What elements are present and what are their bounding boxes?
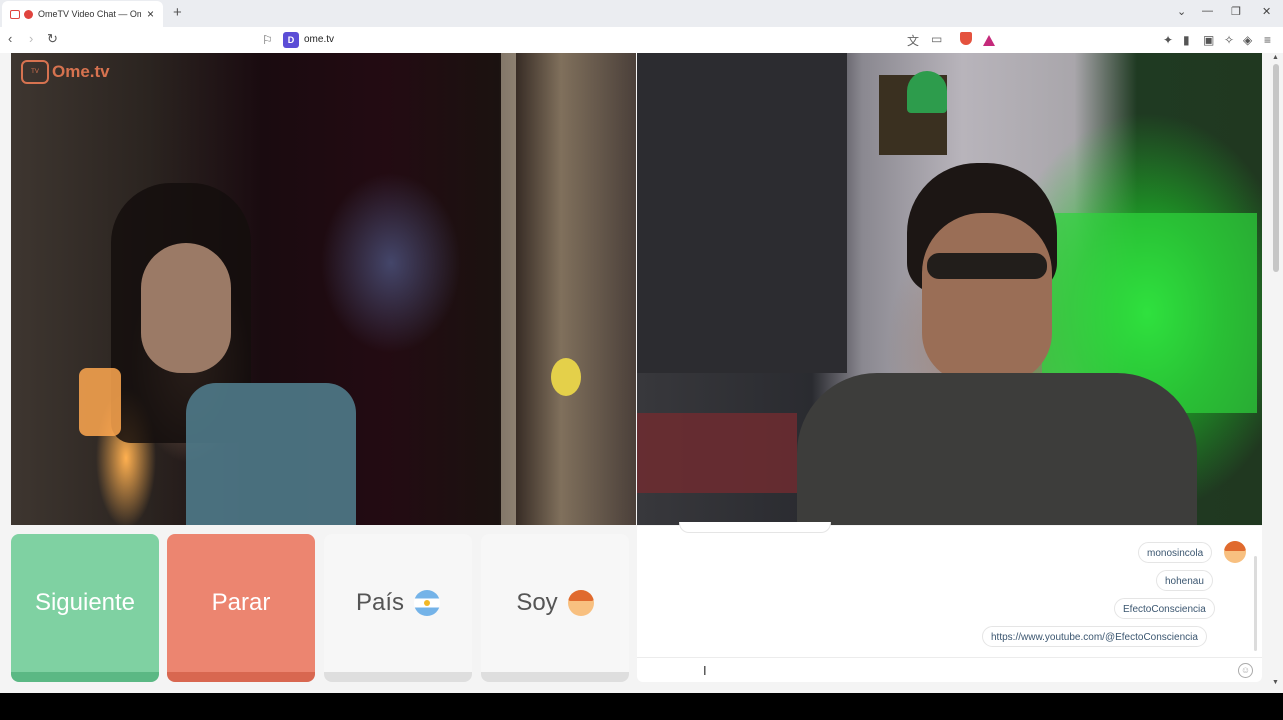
sidebar-icon[interactable]: ▮	[1183, 33, 1190, 47]
next-button-label: Siguiente	[34, 589, 136, 616]
boy-avatar-icon	[1224, 541, 1246, 563]
logo-text: Ome.tv	[52, 62, 110, 81]
extensions-icon[interactable]: ✦	[1163, 33, 1173, 47]
curtain	[637, 53, 847, 373]
address-toolbar: ‹ › ↻ ⚐ D ome.tv 文 ▭ ✦ ▮ ▣ ✧ ◈ ≡	[0, 27, 1283, 54]
chat-scrollbar[interactable]	[1254, 556, 1257, 651]
close-window-button[interactable]: ✕	[1262, 5, 1271, 18]
new-tab-button[interactable]: +	[173, 4, 182, 21]
stop-button[interactable]: Parar	[167, 534, 315, 682]
wallet-icon[interactable]: ▣	[1203, 33, 1214, 47]
stop-button-label: Parar	[211, 589, 271, 616]
url-text[interactable]: ome.tv	[304, 34, 334, 45]
person-shirt	[797, 373, 1197, 525]
tab-ometv[interactable]: OmeTV Video Chat — Omeg ×	[2, 1, 163, 27]
blanket	[637, 413, 797, 493]
tab-search-button[interactable]: ⌄	[1177, 5, 1186, 18]
country-button-label: País	[355, 589, 405, 616]
argentina-flag-icon	[414, 590, 441, 616]
chat-message: hohenau	[1156, 570, 1213, 591]
scroll-up-icon[interactable]: ▲	[1272, 54, 1279, 61]
chat-message: EfectoConsciencia	[1114, 598, 1215, 619]
green-cap	[907, 71, 947, 113]
sunglasses	[927, 253, 1047, 279]
scroll-down-icon[interactable]: ▼	[1272, 679, 1279, 686]
chat-panel: monosincola hohenau EfectoConsciencia ht…	[637, 522, 1262, 682]
ometv-logo[interactable]: TV Ome.tv	[21, 60, 110, 84]
chat-message-partial	[679, 522, 831, 533]
page-scrollbar-thumb[interactable]	[1273, 64, 1279, 272]
tab-title: OmeTV Video Chat — Omeg	[38, 9, 141, 19]
person-shirt	[186, 383, 356, 525]
emoji-icon[interactable]: ☺	[1238, 663, 1253, 678]
country-button[interactable]: País	[324, 534, 472, 682]
cast-icon[interactable]: ▭	[931, 32, 942, 46]
tv-logo-icon: TV	[21, 60, 49, 84]
restore-button[interactable]: ❐	[1231, 5, 1241, 18]
lamp	[79, 368, 121, 436]
boy-avatar-icon	[567, 590, 594, 616]
text-cursor-icon: I	[703, 663, 707, 678]
brave-shield-icon[interactable]	[960, 32, 972, 45]
self-video	[637, 53, 1262, 525]
minimize-button[interactable]: —	[1202, 5, 1213, 17]
tv-favicon-icon	[10, 9, 20, 19]
leo-ai-icon[interactable]: ✧	[1224, 33, 1234, 47]
next-button[interactable]: Siguiente	[11, 534, 159, 682]
chat-input[interactable]: I ☺	[637, 657, 1262, 682]
forward-icon[interactable]: ›	[29, 31, 33, 46]
bookmark-icon[interactable]: ⚐	[262, 33, 273, 47]
tab-strip: OmeTV Video Chat — Omeg × + ⌄ — ❐ ✕	[0, 0, 1283, 27]
translate-icon[interactable]: 文	[907, 32, 919, 49]
stranger-video	[11, 53, 636, 525]
gender-button-label: Soy	[516, 589, 558, 616]
url-bar[interactable]: ⚐ D ome.tv 文 ▭	[256, 30, 1002, 50]
person-face	[141, 243, 231, 373]
gender-button[interactable]: Soy	[481, 534, 629, 682]
site-icon: D	[283, 32, 299, 48]
recording-dot-icon	[24, 9, 33, 19]
chat-message: monosincola	[1138, 542, 1213, 563]
person-face	[922, 213, 1052, 383]
yellow-object	[551, 358, 581, 396]
vpn-icon[interactable]: ◈	[1243, 33, 1252, 47]
back-icon[interactable]: ‹	[8, 31, 12, 46]
chat-message-link[interactable]: https://www.youtube.com/@EfectoConscienc…	[982, 626, 1207, 647]
rewards-icon[interactable]	[983, 35, 995, 46]
door-frame	[501, 53, 516, 525]
menu-icon[interactable]: ≡	[1264, 33, 1271, 47]
tab-close-button[interactable]: ×	[147, 7, 154, 21]
reload-icon[interactable]: ↻	[47, 31, 58, 47]
